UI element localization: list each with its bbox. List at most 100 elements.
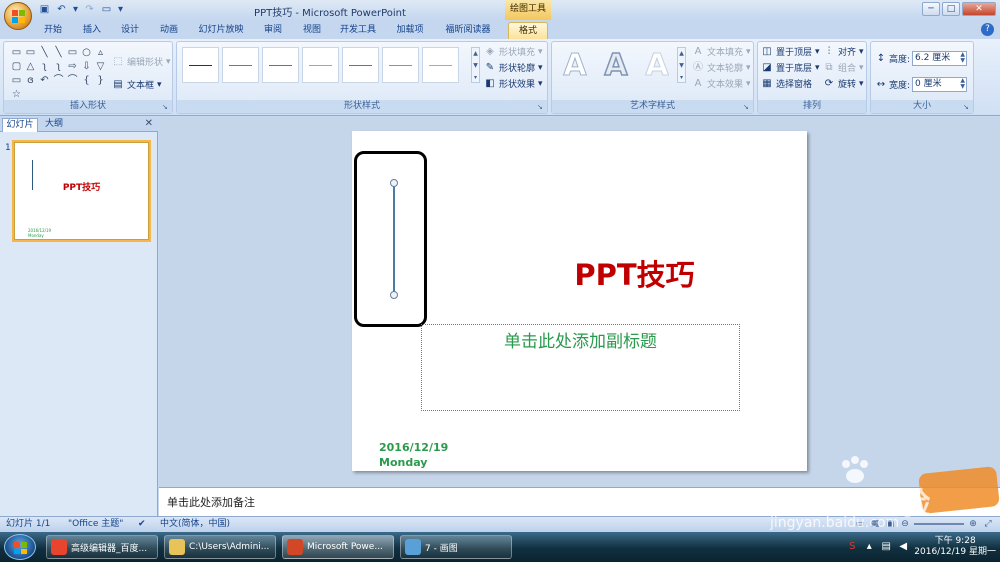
zoom-out-icon[interactable]: ⊖ [899,518,911,530]
shape-outline-button[interactable]: ✎ 形状轮廓 ▾ [484,61,543,75]
close-button[interactable]: ✕ [962,2,996,16]
tab-developer[interactable]: 开发工具 [334,22,382,39]
shape-flowchart-icon[interactable]: ▽ [94,60,107,73]
shape-curve-icon[interactable]: ⌒ [66,74,79,87]
shape-style-swatch[interactable] [422,47,459,83]
shape-oval-icon[interactable]: ○ [80,46,93,59]
ime-icon[interactable]: S [846,541,858,553]
start-button[interactable] [4,534,36,560]
tray-arrow-icon[interactable]: ▴ [863,541,875,553]
vertical-line-shape[interactable] [393,183,395,295]
edit-shape-button[interactable]: ⬚ 编辑形状 ▾ [112,55,170,69]
spinner-arrows-icon[interactable]: ▲ ▼ [960,78,965,90]
wordart-style-3[interactable]: A [638,46,676,86]
tab-foxit-reader[interactable]: 福昕阅读器 [438,22,498,39]
wordart-style-2[interactable]: A [597,46,635,86]
slide-date[interactable]: 2016/12/19 [379,441,448,454]
language[interactable]: 中文(简体，中国) [160,517,230,532]
shape-arrow-line-icon[interactable]: ╲ [52,46,65,59]
slide-thumbnail[interactable]: PPT技巧 2016/12/19 Monday [12,140,151,242]
taskbar-item-browser[interactable]: 高级编辑器_百度... [46,535,158,559]
wordart-gallery-scroll[interactable]: ▲ ▼ ▾ [677,47,686,83]
dialog-launcher-icon[interactable]: ↘ [537,103,545,111]
align-button[interactable]: ⫶ 对齐 ▾ [823,45,864,59]
tab-outline[interactable]: 大纲 [40,118,68,132]
scroll-down-icon[interactable]: ▼ [678,60,685,72]
group-button[interactable]: ⧉ 组合 ▾ [823,61,863,75]
tab-insert[interactable]: 插入 [76,22,108,39]
gallery-more-icon[interactable]: ▾ [678,72,685,84]
normal-view-icon[interactable]: ▭ [854,518,866,530]
text-effects-button[interactable]: A 文本效果 ▾ [692,77,751,91]
shape-effects-button[interactable]: ◧ 形状效果 ▾ [484,77,542,91]
shape-down-arrow-icon[interactable]: ⇩ [80,60,93,73]
shape-callout-icon[interactable]: ▭ [10,74,23,87]
selection-pane-button[interactable]: ▦ 选择窗格 [761,77,812,91]
scroll-up-icon[interactable]: ▲ [678,48,685,60]
bring-to-front-button[interactable]: ◫ 置于顶层 ▾ [761,45,819,59]
network-icon[interactable]: ▤ [880,541,892,553]
rotate-button[interactable]: ⟳ 旋转 ▾ [823,77,864,91]
tab-review[interactable]: 审阅 [256,22,290,39]
slide-title[interactable]: PPT技巧 [462,252,807,294]
scroll-down-icon[interactable]: ▼ [472,60,479,72]
tab-view[interactable]: 视图 [296,22,328,39]
shape-style-swatch[interactable] [302,47,339,83]
tab-slideshow[interactable]: 幻灯片放映 [193,22,249,39]
slide-day[interactable]: Monday [379,456,427,469]
send-to-back-button[interactable]: ◪ 置于底层 ▾ [761,61,819,75]
zoom-slider[interactable] [914,523,964,525]
tab-slides[interactable]: 幻灯片 [2,118,38,132]
shape-right-arrow-icon[interactable]: ⇨ [66,60,79,73]
slide-canvas[interactable]: PPT技巧 单击此处添加副标题 2016/12/19 Monday [352,131,807,471]
taskbar-item-paint[interactable]: 7 - 画图 [400,535,512,559]
tab-home[interactable]: 开始 [36,22,70,39]
shape-elbow-arrow-icon[interactable]: ʅ [52,60,65,73]
dialog-launcher-icon[interactable]: ↘ [162,103,170,111]
taskbar-item-powerpoint[interactable]: Microsoft Powe... [282,535,394,559]
text-fill-button[interactable]: A 文本填充 ▾ [692,45,751,59]
width-input[interactable]: 0 厘米 ▲ ▼ [912,77,968,92]
shape-right-brace-icon[interactable]: } [94,74,107,87]
shape-fill-button[interactable]: ◈ 形状填充 ▾ [484,45,542,59]
shape-style-swatch[interactable] [182,47,219,83]
fit-to-window-icon[interactable]: ⤢ [982,518,994,530]
tab-design[interactable]: 设计 [114,22,146,39]
shape-textbox-icon[interactable]: ▭ [10,46,23,59]
text-outline-button[interactable]: Ⓐ 文本轮廓 ▾ [692,61,751,75]
slideshow-view-icon[interactable]: ▣ [884,518,896,530]
shape-triangle2-icon[interactable]: △ [24,60,37,73]
sorter-view-icon[interactable]: ▦ [869,518,881,530]
height-input[interactable]: 6.2 厘米 ▲ ▼ [912,51,968,66]
shape-rounded-rect-icon[interactable]: ▢ [10,60,23,73]
shape-style-swatch[interactable] [342,47,379,83]
tab-addins[interactable]: 加载项 [390,22,430,39]
shape-triangle-icon[interactable]: ▵ [94,46,107,59]
shape-elbow-connector-icon[interactable]: ʅ [38,60,51,73]
office-button[interactable] [4,2,32,30]
line-start-handle[interactable] [390,179,398,187]
clock[interactable]: 下午 9:28 2016/12/19 星期一 [914,536,996,558]
shape-left-brace-icon[interactable]: { [80,74,93,87]
shape-vertical-textbox-icon[interactable]: ▭ [24,46,37,59]
help-icon[interactable]: ? [981,23,994,36]
shape-rectangle-icon[interactable]: ▭ [66,46,79,59]
subtitle-placeholder[interactable]: 单击此处添加副标题 [421,324,740,411]
maximize-button[interactable]: □ [942,2,960,16]
textbox-button[interactable]: ▤ 文本框 ▾ [112,78,161,92]
speaker-icon[interactable]: ◀ [897,541,909,553]
shape-style-swatch[interactable] [262,47,299,83]
dialog-launcher-icon[interactable]: ↘ [743,103,751,111]
tab-format[interactable]: 格式 [508,22,548,39]
shape-freeform-icon[interactable]: ɞ [24,74,37,87]
zoom-in-icon[interactable]: ⊕ [967,518,979,530]
notes-pane[interactable]: 单击此处添加备注 [159,487,1000,516]
shape-line-icon[interactable]: ╲ [38,46,51,59]
shape-arc-icon[interactable]: ⌒ [52,74,65,87]
taskbar-item-explorer[interactable]: C:\Users\Admini... [164,535,276,559]
scroll-up-icon[interactable]: ▲ [472,48,479,60]
dialog-launcher-icon[interactable]: ↘ [963,103,971,111]
tab-animation[interactable]: 动画 [152,22,186,39]
shape-style-swatch[interactable] [382,47,419,83]
style-gallery-scroll[interactable]: ▲ ▼ ▾ [471,47,480,83]
